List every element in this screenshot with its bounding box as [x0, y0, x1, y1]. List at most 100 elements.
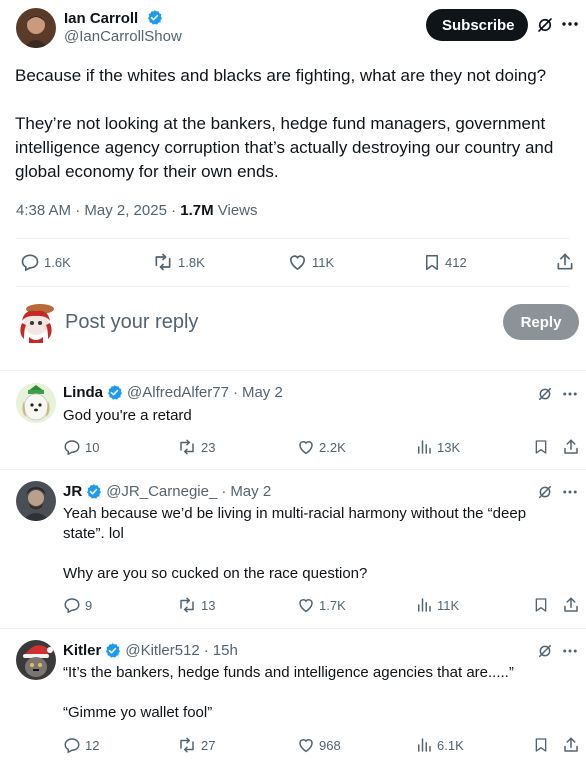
- divider: [16, 286, 570, 287]
- post-time[interactable]: 4:38 AM · May 2, 2025 ·: [16, 202, 180, 219]
- reply-input[interactable]: Post your reply: [65, 311, 198, 334]
- reply-avatar[interactable]: [16, 640, 56, 680]
- reply-text: God you're a retard: [63, 407, 192, 424]
- reply-text: Yeah because we’d be living in multi-rac…: [63, 505, 527, 582]
- more-icon[interactable]: [563, 392, 577, 396]
- like-count: 968: [319, 737, 341, 753]
- like-action[interactable]: 2.2K: [297, 438, 346, 456]
- subscribe-button[interactable]: Subscribe: [426, 9, 528, 41]
- like-icon: [287, 252, 308, 272]
- post-text: Because if the whites and blacks are fig…: [15, 66, 554, 181]
- reply-author-name[interactable]: Kitler: [63, 642, 101, 659]
- bookmark-icon[interactable]: [533, 438, 549, 456]
- views-count: 1.7M: [180, 202, 214, 219]
- grok-icon[interactable]: [537, 484, 553, 500]
- like-icon: [297, 596, 315, 614]
- reply-icon: [63, 438, 81, 456]
- reply-action[interactable]: 9: [63, 596, 92, 614]
- reply-author-handle[interactable]: @Kitler512: [125, 642, 199, 659]
- views-action[interactable]: 11K: [415, 596, 459, 614]
- reply-author-handle[interactable]: @JR_Carnegie_: [106, 483, 217, 500]
- verified-badge-icon: [104, 642, 121, 659]
- views-count: 6.1K: [437, 737, 464, 753]
- reply-item[interactable]: JR @JR_Carnegie_ · May 2 Yeah because we…: [0, 470, 586, 627]
- reply-text: “It’s the bankers, hedge funds and intel…: [63, 664, 514, 721]
- author-handle[interactable]: @IanCarrollShow: [64, 28, 182, 46]
- like-action[interactable]: 11K: [287, 252, 334, 272]
- author-avatar[interactable]: [16, 8, 56, 48]
- reply-time[interactable]: 15h: [213, 642, 238, 659]
- views-action[interactable]: 6.1K: [415, 736, 464, 754]
- like-action[interactable]: 968: [297, 736, 341, 754]
- reply-header: JR @JR_Carnegie_ · May 2: [63, 483, 271, 500]
- share-icon: [555, 252, 575, 272]
- repost-action[interactable]: 27: [177, 736, 215, 754]
- reply-count: 1.6K: [44, 254, 71, 270]
- share-icon[interactable]: [562, 596, 580, 614]
- like-count: 11K: [312, 254, 335, 270]
- reply-action[interactable]: 1.6K: [20, 252, 71, 272]
- share-action[interactable]: [555, 252, 575, 272]
- bookmark-icon: [423, 252, 441, 273]
- reply-separator: ·: [221, 483, 227, 500]
- reply-time[interactable]: May 2: [230, 483, 271, 500]
- verified-badge-icon: [106, 384, 123, 401]
- reply-author-handle[interactable]: @AlfredAlfer77: [127, 384, 229, 401]
- more-icon[interactable]: [563, 649, 577, 653]
- repost-count: 1.8K: [178, 254, 205, 270]
- reply-time[interactable]: May 2: [242, 384, 283, 401]
- share-icon[interactable]: [562, 438, 580, 456]
- bookmark-count: 412: [445, 255, 467, 270]
- verified-badge-icon: [85, 483, 102, 500]
- reply-icon: [63, 596, 81, 614]
- bookmark-icon[interactable]: [533, 596, 549, 614]
- grok-icon[interactable]: [537, 643, 553, 659]
- views-count: 13K: [437, 439, 461, 455]
- views-icon: [415, 438, 433, 456]
- reply-header: Kitler @Kitler512 · 15h: [63, 642, 238, 659]
- like-icon: [297, 736, 315, 754]
- repost-count: 23: [201, 439, 216, 455]
- repost-action[interactable]: 23: [177, 438, 215, 456]
- reply-action[interactable]: 10: [63, 438, 99, 456]
- user-avatar[interactable]: [16, 301, 56, 343]
- like-icon: [297, 438, 315, 456]
- repost-action[interactable]: 1.8K: [152, 252, 205, 272]
- author-name[interactable]: Ian Carroll: [64, 10, 138, 27]
- post-meta: 4:38 AM · May 2, 2025 · 1.7M Views: [16, 202, 258, 219]
- reply-count: 9: [85, 597, 93, 613]
- reply-action[interactable]: 12: [63, 736, 99, 754]
- reply-item[interactable]: Kitler @Kitler512 · 15h “It’s the banker…: [0, 629, 586, 762]
- like-action[interactable]: 1.7K: [297, 596, 346, 614]
- views-action[interactable]: 13K: [415, 438, 460, 456]
- views-count: 11K: [437, 597, 460, 613]
- more-icon[interactable]: [563, 490, 577, 494]
- reply-avatar[interactable]: [16, 481, 56, 521]
- reply-author-name[interactable]: Linda: [63, 384, 103, 401]
- like-count: 1.7K: [319, 597, 346, 613]
- reply-count: 10: [85, 439, 100, 455]
- reply-icon: [20, 252, 40, 272]
- share-icon[interactable]: [562, 736, 580, 754]
- views-icon: [415, 596, 433, 614]
- repost-count: 27: [201, 737, 216, 753]
- reply-separator: ·: [203, 642, 209, 659]
- reply-separator: ·: [232, 384, 238, 401]
- repost-icon: [177, 596, 197, 614]
- repost-count: 13: [201, 597, 216, 613]
- repost-action[interactable]: 13: [177, 596, 215, 614]
- repost-icon: [177, 438, 197, 456]
- grok-icon[interactable]: [537, 386, 553, 402]
- reply-avatar[interactable]: [16, 383, 56, 423]
- reply-item[interactable]: Linda @AlfredAlfer77 · May 2 God you're …: [0, 371, 586, 468]
- bookmark-action[interactable]: 412: [423, 252, 467, 273]
- reply-author-name[interactable]: JR: [63, 483, 82, 500]
- grok-icon[interactable]: [536, 16, 554, 34]
- like-count: 2.2K: [319, 439, 346, 455]
- more-icon[interactable]: [562, 22, 578, 26]
- views-icon: [415, 736, 433, 754]
- bookmark-icon[interactable]: [533, 736, 549, 754]
- repost-icon: [177, 736, 197, 754]
- reply-button[interactable]: Reply: [503, 304, 579, 340]
- reply-count: 12: [85, 737, 100, 753]
